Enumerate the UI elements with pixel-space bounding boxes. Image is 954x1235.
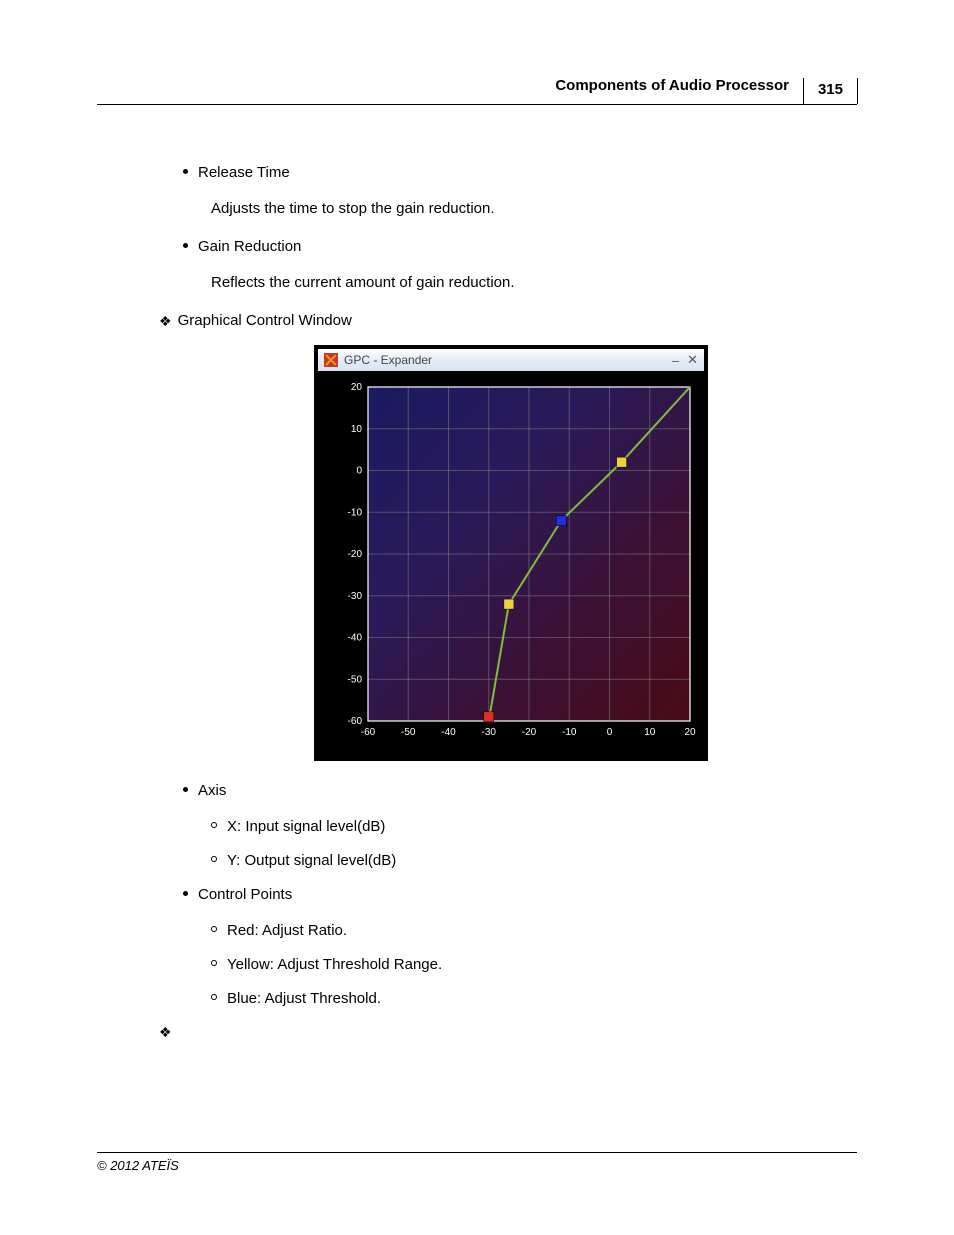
item-label: Gain Reduction (198, 235, 301, 259)
item-label: Control Points (198, 883, 292, 907)
cp-red: Red: Adjust Ratio. (211, 919, 857, 943)
item-axis: Axis (183, 779, 857, 803)
svg-text:-60: -60 (348, 716, 363, 727)
svg-text:-10: -10 (562, 727, 577, 738)
svg-text:-30: -30 (482, 727, 497, 738)
axis-x: X: Input signal level(dB) (211, 815, 857, 839)
circle-icon (211, 822, 217, 828)
page-content: Release Time Adjusts the time to stop th… (97, 161, 857, 1043)
bullet-icon (183, 891, 188, 896)
close-icon[interactable]: ✕ (687, 352, 698, 368)
item-gain-reduction-desc: Reflects the current amount of gain redu… (211, 271, 857, 295)
svg-text:-50: -50 (348, 674, 363, 685)
svg-text:20: 20 (351, 382, 363, 393)
app-icon (324, 353, 338, 367)
sub-item-label: Y: Output signal level(dB) (227, 849, 396, 873)
svg-text:-30: -30 (348, 591, 363, 602)
svg-text:0: 0 (607, 727, 613, 738)
header-title: Components of Audio Processor (555, 77, 789, 94)
copyright: © 2012 ATEÏS (97, 1158, 179, 1173)
item-label: Axis (198, 779, 226, 803)
section-empty: ❖ (159, 1021, 857, 1043)
cp-blue: Blue: Adjust Threshold. (211, 987, 857, 1011)
svg-text:0: 0 (356, 466, 362, 477)
chart-figure: GPC - Expander – ✕ -60 -50 -40 -30 -20 -10 0 10… (314, 345, 708, 761)
chart-body: -60 -50 -40 -30 -20 -10 0 10 20 -60 -50 -40 -30 -20 -1… (318, 371, 704, 757)
circle-icon (211, 926, 217, 932)
page-footer: © 2012 ATEÏS (97, 1152, 857, 1173)
cp-yellow: Yellow: Adjust Threshold Range. (211, 953, 857, 977)
svg-text:10: 10 (644, 727, 656, 738)
circle-icon (211, 994, 217, 1000)
svg-text:10: 10 (351, 424, 363, 435)
section-label: Graphical Control Window (178, 309, 352, 333)
diamond-icon: ❖ (159, 310, 172, 332)
chart-svg[interactable]: -60 -50 -40 -30 -20 -10 0 10 20 -60 -50 -40 -30 -20 -1… (324, 377, 698, 747)
bullet-icon (183, 169, 188, 174)
control-point-threshold-range[interactable] (504, 599, 514, 609)
page-number: 315 (803, 78, 858, 104)
chart-window: GPC - Expander – ✕ -60 -50 -40 -30 -20 -10 0 10… (314, 345, 708, 761)
sub-item-label: X: Input signal level(dB) (227, 815, 385, 839)
bullet-icon (183, 243, 188, 248)
svg-text:-10: -10 (348, 507, 363, 518)
circle-icon (211, 960, 217, 966)
svg-text:-40: -40 (441, 727, 456, 738)
svg-text:-20: -20 (348, 549, 363, 560)
diamond-icon: ❖ (159, 1021, 172, 1043)
control-point-ratio[interactable] (484, 712, 494, 722)
sub-item-label: Red: Adjust Ratio. (227, 919, 347, 943)
item-release-time-desc: Adjusts the time to stop the gain reduct… (211, 197, 857, 221)
svg-text:20: 20 (684, 727, 696, 738)
axis-y: Y: Output signal level(dB) (211, 849, 857, 873)
circle-icon (211, 856, 217, 862)
svg-text:-20: -20 (522, 727, 537, 738)
sub-item-label: Yellow: Adjust Threshold Range. (227, 953, 442, 977)
control-point-threshold[interactable] (556, 516, 566, 526)
svg-text:-40: -40 (348, 633, 363, 644)
chart-window-title: GPC - Expander (344, 353, 664, 367)
chart-titlebar[interactable]: GPC - Expander – ✕ (318, 349, 704, 371)
section-graphical-window: ❖ Graphical Control Window (159, 309, 857, 333)
minimize-icon[interactable]: – (672, 353, 679, 368)
svg-text:-60: -60 (361, 727, 376, 738)
sub-item-label: Blue: Adjust Threshold. (227, 987, 381, 1011)
item-release-time: Release Time (183, 161, 857, 185)
page-header: Components of Audio Processor 315 (97, 72, 857, 105)
svg-text:-50: -50 (401, 727, 416, 738)
bullet-icon (183, 787, 188, 792)
item-label: Release Time (198, 161, 290, 185)
item-control-points: Control Points (183, 883, 857, 907)
control-point-threshold-range[interactable] (617, 457, 627, 467)
item-gain-reduction: Gain Reduction (183, 235, 857, 259)
